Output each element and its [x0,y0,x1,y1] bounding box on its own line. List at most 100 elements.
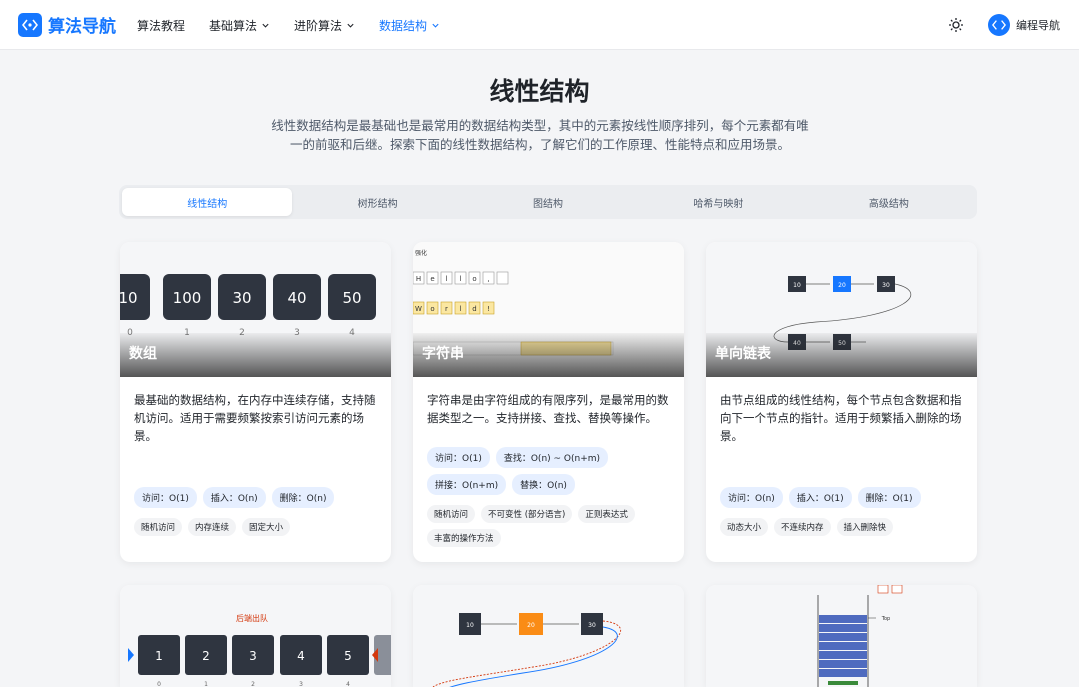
list-node-value: 10 [793,282,801,289]
chevron-down-icon [262,23,269,28]
card-preview-image: 10 20 30 [413,585,684,687]
feature-tags: 动态大小 不连续内存 插入删除快 [706,514,977,542]
queue-cell-value: 1 [155,649,163,663]
card-stack[interactable]: Top [706,585,977,687]
queue-index: 0 [157,681,161,687]
char-cell: W [415,305,422,313]
card-title: 字符串 [422,346,464,362]
page-description: 线性数据结构是最基础也是最常用的数据结构类型，其中的元素按线性顺序排列，每个元素… [271,118,809,152]
list-node-value: 20 [527,622,535,629]
list-node-value: 20 [838,282,846,289]
card-description: 字符串是由字符组成的有限序列，是最常用的数据类型之一。支持拼接、查找、替换等操作… [427,393,669,425]
array-cell-value: 50 [342,289,361,307]
card-description: 由节点组成的线性结构，每个节点包含数据和指向下一个节点的指针。适用于频繁插入删除… [720,393,962,443]
complexity-badge: 插入：O(1) [788,487,852,508]
complexity-badges: 访问：O(1) 插入：O(n) 删除：O(n) [120,487,391,514]
array-cell-value: 30 [232,289,251,307]
chevron-down-icon [432,23,439,28]
feature-tag: 内存连续 [188,518,237,536]
feature-tag: 不连续内存 [774,518,831,536]
char-cell: l [446,275,448,283]
nav-label: 进阶算法 [294,19,343,33]
sun-icon[interactable] [948,17,964,33]
nav-label: 基础算法 [209,19,258,33]
nav-item-basic-algorithms[interactable]: 基础算法 [209,17,270,34]
queue-cell-value: 5 [344,649,352,663]
category-tabs: 线性结构 树形结构 图结构 哈希与映射 高级结构 [119,185,977,219]
top-header: 算法导航 算法教程 基础算法 进阶算法 数据结构 编程导航 [0,0,1079,50]
char-cell: , [487,275,489,283]
char-cell: d [472,305,476,313]
char-cell: o [472,275,476,283]
card-title: 单向链表 [715,346,771,362]
page-title: 线性结构 [489,77,590,106]
stack-top-label: Top [881,616,890,622]
card-title: 数组 [129,346,157,362]
list-node-value: 30 [588,622,596,629]
card-queue[interactable]: 后端出队 1 2 3 4 5 0 1 2 3 4 [120,585,391,687]
feature-tag: 随机访问 [427,505,476,523]
queue-cell-value: 2 [202,649,210,663]
char-cell: r [445,305,448,313]
queue-index: 2 [251,681,255,687]
complexity-badge: 访问：O(1) [427,447,490,468]
card-preview-image: Top [706,585,977,687]
char-cell: H [416,275,421,283]
card-linked-list[interactable]: 10 20 30 40 50 单向链表 由节点组成的线性结构，每个节点包含数据和… [706,242,977,562]
feature-tag: 正则表达式 [578,505,635,523]
queue-cell-value: 3 [249,649,257,663]
chevron-down-icon [347,23,354,28]
complexity-badge: 插入：O(n) [202,487,266,508]
feature-tag: 固定大小 [242,518,291,536]
tab-graph[interactable]: 图结构 [463,188,633,216]
card-string[interactable]: 强化 H e l l o , W o r l d ! 字符串 字符串是由字符组成… [413,242,684,562]
array-cell-value: 10 [120,289,138,307]
queue-index: 3 [299,681,303,687]
image-overlay [120,333,391,377]
tab-linear[interactable]: 线性结构 [122,188,293,216]
logo[interactable]: 算法导航 [18,12,116,37]
preview-label: 后端出队 [236,613,268,623]
card-preview-image: 10 100 30 40 50 0 1 2 3 4 数组 [120,242,391,377]
queue-cell-value: 4 [297,649,305,663]
card-preview-image: 强化 H e l l o , W o r l d ! 字符串 [413,242,684,377]
logo-icon [18,12,42,37]
main-nav: 算法教程 基础算法 进阶算法 数据结构 [137,17,464,34]
nav-item-tutorials[interactable]: 算法教程 [137,17,185,34]
queue-index: 1 [204,681,208,687]
complexity-badges: 访问：O(1) 查找：O(n) ~ O(n+m) 拼接：O(n+m) 替换：O(… [413,447,684,501]
user-name: 编程导航 [1016,19,1060,32]
complexity-badge: 查找：O(n) ~ O(n+m) [495,447,609,468]
complexity-badge: 拼接：O(n+m) [427,474,507,495]
tab-tree[interactable]: 树形结构 [292,188,462,216]
card-preview-image: 后端出队 1 2 3 4 5 0 1 2 3 4 [120,585,391,687]
card-array[interactable]: 10 100 30 40 50 0 1 2 3 4 数组 最基础的数据结构，在内… [120,242,391,562]
list-node-value: 10 [466,622,474,629]
nav-label: 算法教程 [137,19,186,33]
logo-text: 算法导航 [48,17,116,37]
complexity-badges: 访问：O(n) 插入：O(1) 删除：O(1) [706,487,977,514]
feature-tag: 不可变性 (部分语言) [481,505,573,523]
feature-tag: 丰富的操作方法 [427,529,501,547]
card-circular-list[interactable]: 10 20 30 [413,585,684,687]
complexity-badge: 访问：O(n) [720,487,783,508]
avatar [988,14,1010,36]
feature-tag: 随机访问 [134,518,183,536]
user-menu[interactable]: 编程导航 [988,14,1060,36]
complexity-badge: 删除：O(1) [857,487,921,508]
feature-tag: 插入删除快 [836,518,894,536]
feature-tags: 随机访问 不可变性 (部分语言) 正则表达式 丰富的操作方法 [413,501,684,553]
char-cell: l [460,275,462,283]
array-cell-value: 40 [287,289,306,307]
nav-label: 数据结构 [379,19,428,33]
tab-advanced[interactable]: 高级结构 [804,188,974,216]
nav-item-data-structures[interactable]: 数据结构 [379,17,440,34]
tab-hash[interactable]: 哈希与映射 [633,188,803,216]
feature-tags: 随机访问 内存连续 固定大小 [120,514,391,542]
char-cell: l [460,305,462,313]
feature-tag: 动态大小 [720,518,769,536]
complexity-badge: 替换：O(n) [512,474,575,495]
complexity-badge: 访问：O(1) [134,487,197,508]
preview-label: 强化 [415,249,427,257]
nav-item-advanced-algorithms[interactable]: 进阶算法 [294,17,355,34]
